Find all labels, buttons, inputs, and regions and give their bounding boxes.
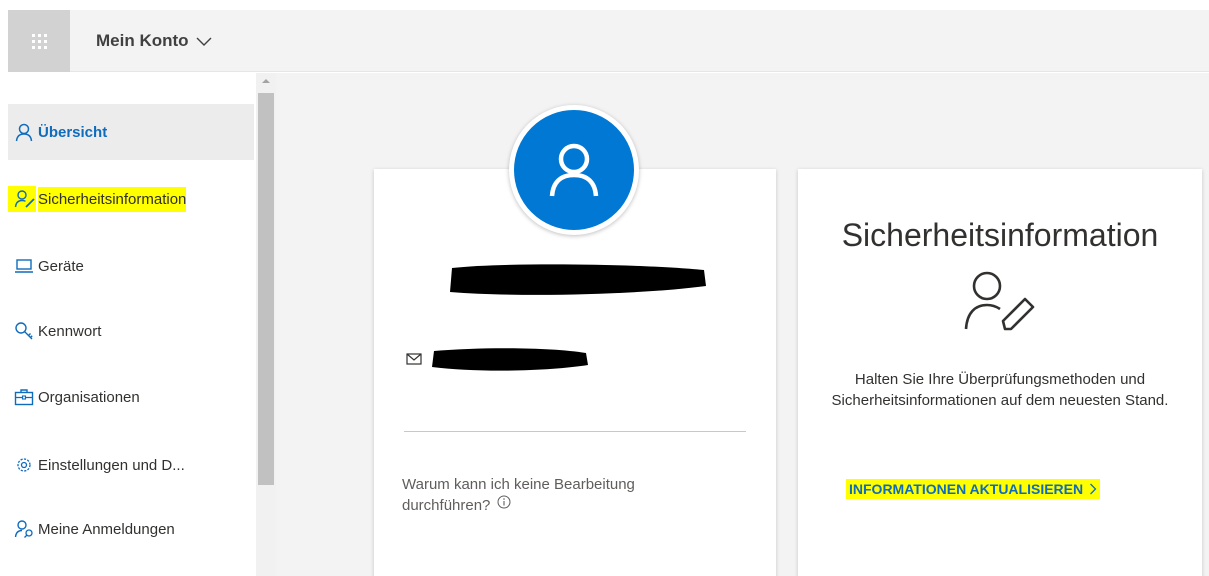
sidebar-item-label: Meine Anmeldungen bbox=[38, 520, 175, 538]
sidebar-item-label: Kennwort bbox=[38, 322, 102, 340]
divider bbox=[404, 431, 746, 432]
person-edit-icon bbox=[963, 269, 1037, 338]
sidebar-item-label: Einstellungen und D... bbox=[38, 456, 185, 474]
redacted-email bbox=[430, 345, 590, 373]
sidebar-item-my-signins[interactable]: Meine Anmeldungen bbox=[8, 501, 254, 557]
why-cant-edit-label: Warum kann ich keine Bearbeitung durchfü… bbox=[402, 476, 635, 514]
sidebar-item-organizations[interactable]: Organisationen bbox=[8, 369, 254, 425]
security-info-card: Sicherheitsinformation Halten Sie Ihre Ü… bbox=[798, 169, 1202, 576]
app-title-menu[interactable]: Mein Konto bbox=[96, 31, 212, 51]
sidebar-item-label: Organisationen bbox=[38, 388, 140, 406]
email-row bbox=[406, 345, 590, 373]
person-icon bbox=[549, 143, 599, 197]
sidebar-item-password[interactable]: Kennwort bbox=[8, 303, 254, 359]
scrollbar-thumb[interactable] bbox=[258, 93, 274, 485]
sidebar-item-label: Geräte bbox=[38, 257, 84, 275]
update-info-label: INFORMATIONEN AKTUALISIEREN bbox=[849, 481, 1084, 497]
redacted-name bbox=[446, 262, 708, 298]
person-key-icon bbox=[8, 519, 36, 539]
person-icon bbox=[8, 122, 36, 142]
info-icon[interactable] bbox=[497, 495, 511, 509]
gear-icon bbox=[8, 455, 36, 475]
app-title: Mein Konto bbox=[96, 31, 189, 50]
why-cant-edit-text: Warum kann ich keine Bearbeitung durchfü… bbox=[402, 475, 702, 516]
app-launcher-icon bbox=[31, 33, 47, 49]
laptop-icon bbox=[8, 258, 36, 274]
mail-icon bbox=[406, 353, 422, 365]
main-content: Warum kann ich keine Bearbeitung durchfü… bbox=[276, 73, 1209, 576]
person-edit-icon bbox=[8, 186, 36, 212]
chevron-right-icon bbox=[1090, 483, 1097, 495]
update-info-link[interactable]: INFORMATIONEN AKTUALISIEREN bbox=[846, 479, 1101, 499]
sidebar-scrollbar[interactable] bbox=[256, 73, 276, 576]
sidebar-item-devices[interactable]: Geräte bbox=[8, 238, 254, 294]
sidebar-item-security-info[interactable]: Sicherheitsinformation bbox=[8, 171, 254, 227]
scroll-up-arrow-icon[interactable] bbox=[256, 77, 276, 89]
briefcase-icon bbox=[8, 388, 36, 406]
sidebar-item-label: Sicherheitsinformation bbox=[38, 186, 187, 212]
avatar bbox=[509, 105, 639, 235]
sidebar: Übersicht Sicherheitsinformation Geräte bbox=[0, 73, 256, 576]
sidebar-item-settings[interactable]: Einstellungen und D... bbox=[8, 437, 254, 493]
sidebar-item-overview[interactable]: Übersicht bbox=[8, 104, 254, 160]
chevron-down-icon bbox=[196, 37, 212, 46]
key-icon bbox=[8, 321, 36, 341]
security-card-description: Halten Sie Ihre Überprüfungsmethoden und… bbox=[831, 371, 1169, 409]
app-launcher-button[interactable] bbox=[8, 10, 70, 72]
top-bar: Mein Konto bbox=[8, 10, 1209, 72]
sidebar-item-label: Übersicht bbox=[38, 123, 108, 141]
security-card-title: Sicherheitsinformation bbox=[841, 217, 1159, 253]
